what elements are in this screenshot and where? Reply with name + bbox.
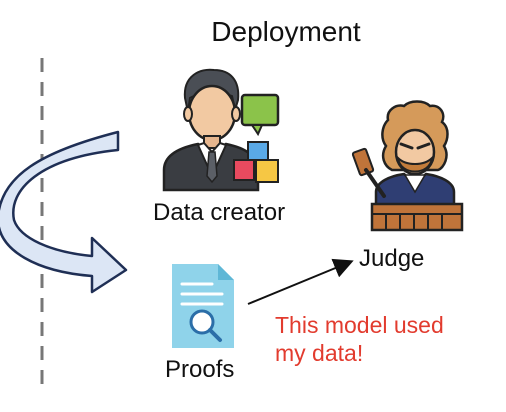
- curved-flow-arrow: [0, 130, 128, 294]
- claim-line-2: my data!: [275, 340, 364, 366]
- judge-icon: [351, 100, 464, 232]
- data-creator-label: Data creator: [153, 199, 286, 226]
- claim-text: This model used my data!: [275, 311, 495, 367]
- edge-proofs-to-judge: [247, 258, 354, 305]
- data-creator-icon: [162, 68, 280, 192]
- judge-label: Judge: [359, 245, 425, 272]
- diagram-title: Deployment: [211, 16, 361, 47]
- proofs-document-icon: [172, 264, 234, 348]
- proofs-label: Proofs: [165, 356, 235, 383]
- claim-line-1: This model used: [275, 312, 444, 338]
